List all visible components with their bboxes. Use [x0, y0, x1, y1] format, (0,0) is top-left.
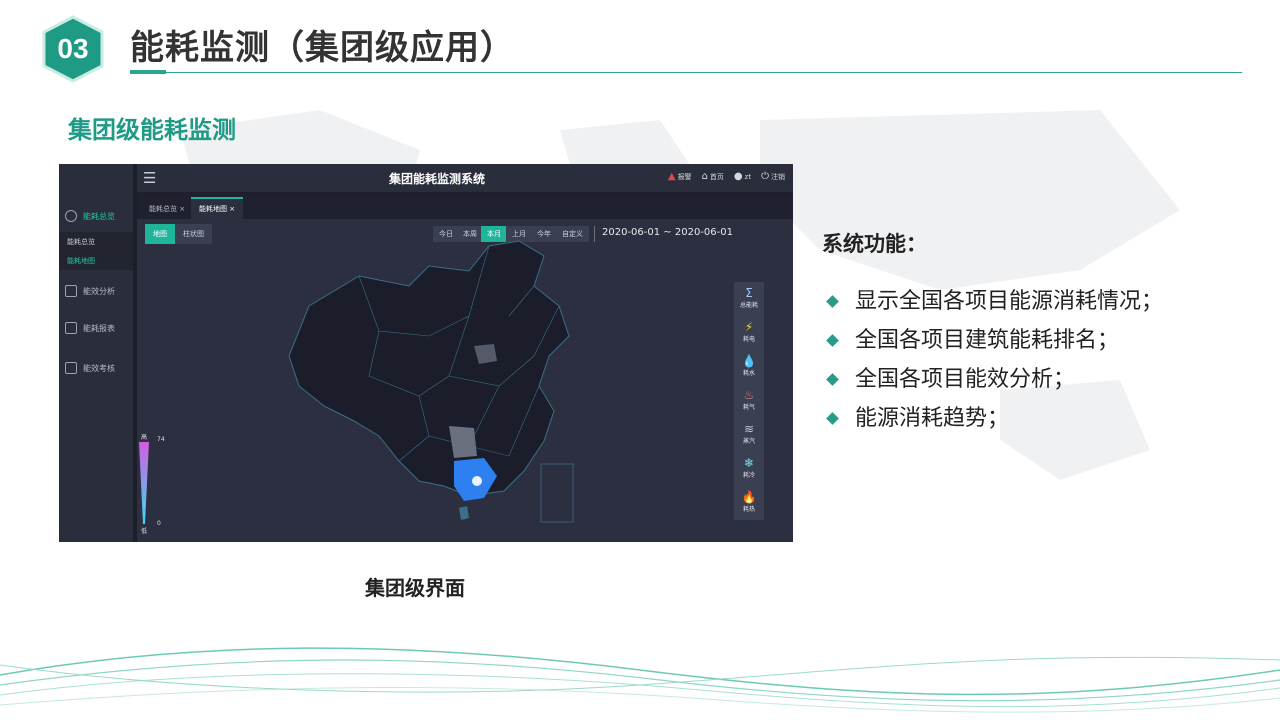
energy-type-label: 耗热: [742, 506, 755, 513]
sidebar-item-energy-report[interactable]: 能耗报表: [65, 322, 115, 334]
energy-type-label: 耗气: [742, 404, 755, 411]
feature-item: 显示全国各项目能源消耗情况；: [826, 282, 1163, 321]
alarm-label: 报警: [677, 173, 692, 181]
diamond-bullet-icon: [826, 412, 839, 425]
tab-bar: 能耗总览 × 能耗地图 ×: [137, 193, 793, 219]
app-title: 集团能耗监测系统: [389, 172, 486, 186]
region-hainan: [459, 506, 469, 520]
home-label: 首页: [709, 173, 724, 181]
highlight-point: [472, 476, 482, 486]
energy-type-electricity[interactable]: ⚡ 耗电: [734, 320, 764, 343]
diamond-bullet-icon: [826, 334, 839, 347]
feature-text: 全国各项目能效分析；: [855, 366, 1076, 392]
energy-type-panel: Σ 总能耗 ⚡ 耗电 💧 耗水 ♨ 耗气 ≋ 蒸汽 ❄ 耗冷 🔥 耗热: [734, 282, 764, 520]
china-map[interactable]: [269, 236, 599, 536]
sidebar-item-efficiency-assessment[interactable]: 能效考核: [65, 362, 115, 374]
snowflake-icon: ❄: [743, 456, 755, 470]
user-button[interactable]: ● zt: [734, 171, 751, 182]
date-range[interactable]: 2020-06-01 ~ 2020-06-01: [602, 227, 733, 238]
chart-icon: [65, 362, 77, 374]
tab-energy-map[interactable]: 能耗地图 ×: [191, 197, 244, 219]
topbar-actions: ▲ 报警 ⌂ 首页 ● zt ⏻ 注销: [668, 171, 785, 182]
sidebar-item-label: 能效考核: [83, 363, 115, 373]
lightning-icon: ⚡: [744, 320, 754, 334]
color-scale-legend[interactable]: [139, 442, 149, 524]
user-label: zt: [744, 173, 752, 181]
page-title: 能耗监测（集团级应用）: [130, 28, 515, 68]
app-screenshot: 能耗总览 能耗总览 能耗地图 能效分析 能耗报表 能效考核 ☰ 集团能耗监测系统…: [59, 164, 793, 542]
energy-type-water[interactable]: 💧 耗水: [734, 354, 764, 377]
energy-type-heating[interactable]: 🔥 耗热: [734, 490, 764, 513]
energy-type-steam[interactable]: ≋ 蒸汽: [734, 422, 764, 445]
view-tab-bar-chart[interactable]: 柱状图: [175, 224, 212, 244]
power-icon: ⏻: [761, 171, 769, 182]
diamond-bullet-icon: [826, 373, 839, 386]
energy-type-label: 耗水: [742, 370, 755, 377]
feature-item: 能源消耗趋势；: [826, 399, 1163, 438]
close-icon[interactable]: ×: [229, 205, 235, 213]
china-outline: [288, 240, 570, 497]
section-number: 03: [57, 33, 89, 64]
legend-low-label: 低: [141, 528, 148, 535]
title-divider: [130, 72, 1242, 73]
sigma-icon: Σ: [745, 286, 753, 300]
home-button[interactable]: ⌂ 首页: [702, 171, 724, 182]
legend-high-label: 高: [141, 434, 148, 441]
feature-text: 全国各项目建筑能耗排名；: [855, 327, 1120, 353]
sidebar-item-label: 能效分析: [83, 286, 115, 296]
legend-high-value: 74: [157, 436, 165, 443]
flame-icon: 🔥: [741, 490, 757, 504]
feature-item: 全国各项目建筑能耗排名；: [826, 321, 1163, 360]
hamburger-menu-icon[interactable]: ☰: [143, 169, 156, 187]
sidebar-edge: [133, 164, 137, 542]
tab-label: 能耗总览: [149, 205, 177, 213]
screenshot-caption: 集团级界面: [365, 576, 465, 600]
energy-type-label: 总能耗: [739, 302, 758, 309]
features-list: 显示全国各项目能源消耗情况； 全国各项目建筑能耗排名； 全国各项目能效分析； 能…: [826, 282, 1163, 438]
energy-type-gas[interactable]: ♨ 耗气: [734, 388, 764, 411]
energy-type-label: 蒸汽: [742, 438, 755, 445]
features-title: 系统功能：: [822, 232, 927, 256]
feature-item: 全国各项目能效分析；: [826, 360, 1163, 399]
gas-icon: ♨: [743, 388, 755, 402]
sidebar-item-label: 能耗报表: [83, 323, 115, 333]
south-china-sea-inset: [540, 463, 574, 523]
water-drop-icon: 💧: [741, 354, 757, 368]
feature-text: 显示全国各项目能源消耗情况；: [855, 288, 1164, 314]
section-subtitle: 集团级能耗监测: [68, 116, 236, 144]
decorative-waves: [0, 647, 1280, 713]
energy-type-label: 耗电: [742, 336, 755, 343]
tab-label: 能耗地图: [199, 205, 227, 213]
home-icon: ⌂: [701, 171, 708, 182]
feature-text: 能源消耗趋势；: [855, 405, 1010, 431]
view-tab-map[interactable]: 地图: [145, 224, 175, 244]
steam-icon: ≋: [743, 422, 755, 436]
title-divider-accent: [130, 70, 166, 74]
dashboard-icon: [65, 210, 77, 222]
energy-type-total[interactable]: Σ 总能耗: [734, 286, 764, 309]
diamond-bullet-icon: [826, 295, 839, 308]
logout-label: 注销: [771, 173, 785, 181]
alarm-button[interactable]: ▲ 报警: [668, 171, 692, 182]
sidebar-item-efficiency-analysis[interactable]: 能效分析: [65, 285, 115, 297]
close-icon[interactable]: ×: [179, 205, 185, 213]
sidebar-sub-item-overview[interactable]: 能耗总览: [67, 237, 95, 247]
sidebar-item-label: 能耗总览: [83, 211, 115, 221]
user-icon: ●: [733, 171, 743, 182]
tab-energy-overview[interactable]: 能耗总览 ×: [141, 199, 193, 219]
legend-low-value: 0: [157, 520, 161, 527]
report-icon: [65, 322, 77, 334]
sidebar-item-energy-overview[interactable]: 能耗总览: [65, 210, 115, 222]
calendar-icon: [65, 285, 77, 297]
sidebar-sub-item-map[interactable]: 能耗地图: [67, 256, 95, 266]
warning-icon: ▲: [667, 171, 676, 182]
logout-button[interactable]: ⏻ 注销: [761, 171, 785, 182]
energy-type-label: 耗冷: [742, 472, 755, 479]
energy-type-cooling[interactable]: ❄ 耗冷: [734, 456, 764, 479]
